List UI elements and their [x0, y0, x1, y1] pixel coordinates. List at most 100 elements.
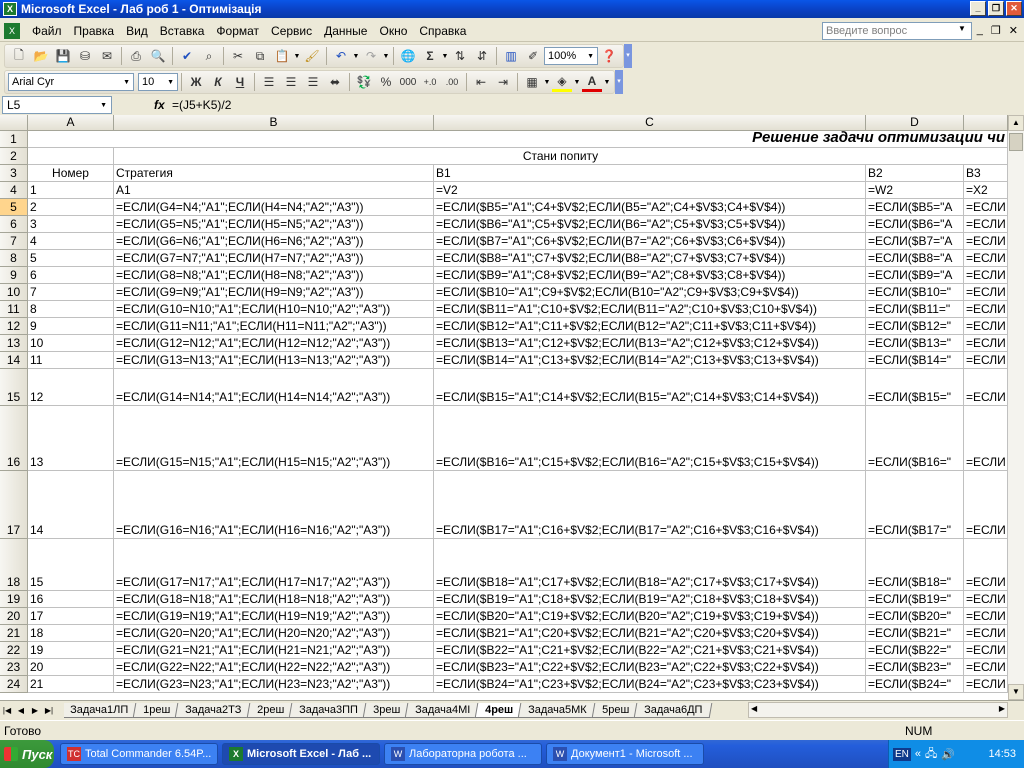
- row-header[interactable]: 23: [0, 659, 28, 676]
- cell[interactable]: 19: [28, 642, 114, 659]
- row-header[interactable]: 8: [0, 250, 28, 267]
- row-header[interactable]: 1: [0, 131, 28, 148]
- cell[interactable]: =ЕСЛИ($B15=": [866, 369, 964, 406]
- cell[interactable]: =ЕСЛИ(G22=N22;"A1";ЕСЛИ(H22=N22;"A2";"A3…: [114, 659, 434, 676]
- cell[interactable]: 4: [28, 233, 114, 250]
- undo-dropdown-icon[interactable]: ▼: [352, 53, 360, 60]
- chevron-down-icon[interactable]: ▼: [958, 24, 966, 33]
- hyperlink-icon[interactable]: 🌐: [398, 46, 418, 66]
- font-color-icon[interactable]: A: [582, 72, 602, 92]
- cell[interactable]: 7: [28, 284, 114, 301]
- cell[interactable]: A1: [114, 182, 434, 199]
- cell[interactable]: =ЕСЛИ($B9="A1";C8+$V$2;ЕСЛИ(B9="A2";C8+$…: [434, 267, 866, 284]
- cell[interactable]: 6: [28, 267, 114, 284]
- percent-button[interactable]: %: [376, 72, 396, 92]
- cell[interactable]: =ЕСЛИ($B7="A1";C6+$V$2;ЕСЛИ(B7="A2";C6+$…: [434, 233, 866, 250]
- cell[interactable]: =ЕСЛИ: [964, 284, 1008, 301]
- cell[interactable]: =ЕСЛИ: [964, 539, 1008, 591]
- doc-restore-button[interactable]: ❐: [991, 24, 1001, 37]
- merge-center-icon[interactable]: ⬌: [325, 72, 345, 92]
- cell[interactable]: =ЕСЛИ($B17=": [866, 471, 964, 539]
- cell[interactable]: =ЕСЛИ($B20="A1";C19+$V$2;ЕСЛИ(B20="A2";C…: [434, 608, 866, 625]
- next-sheet-icon[interactable]: ▶: [28, 706, 42, 715]
- cell[interactable]: =ЕСЛИ($B13="A1";C12+$V$2;ЕСЛИ(B13="A2";C…: [434, 335, 866, 352]
- cell[interactable]: =ЕСЛИ(G15=N15;"A1";ЕСЛИ(H15=N15;"A2";"A3…: [114, 406, 434, 471]
- cell[interactable]: =ЕСЛИ($B15="A1";C14+$V$2;ЕСЛИ(B15="A2";C…: [434, 369, 866, 406]
- borders-icon[interactable]: ▦: [522, 72, 542, 92]
- volume-icon[interactable]: 🔊: [941, 748, 955, 761]
- header-cell[interactable]: B3: [964, 165, 1008, 182]
- cell[interactable]: =ЕСЛИ($B10="A1";C9+$V$2;ЕСЛИ(B10="A2";C9…: [434, 284, 866, 301]
- cell[interactable]: 10: [28, 335, 114, 352]
- sheet-tab[interactable]: 1реш: [132, 703, 181, 718]
- cell[interactable]: =ЕСЛИ($B8="A: [866, 250, 964, 267]
- cell[interactable]: =ЕСЛИ($B19="A1";C18+$V$2;ЕСЛИ(B19="A2";C…: [434, 591, 866, 608]
- zoom-select[interactable]: 100% ▼: [544, 47, 598, 65]
- cell[interactable]: =ЕСЛИ: [964, 642, 1008, 659]
- row-header[interactable]: 5: [0, 199, 28, 216]
- cell[interactable]: =ЕСЛИ(G20=N20;"A1";ЕСЛИ(H20=N20;"A2";"A3…: [114, 625, 434, 642]
- cell[interactable]: 15: [28, 539, 114, 591]
- cell[interactable]: =ЕСЛИ($B7="A: [866, 233, 964, 250]
- row-header[interactable]: 13: [0, 335, 28, 352]
- cell[interactable]: =ЕСЛИ($B5="A1";C4+$V$2;ЕСЛИ(B5="A2";C4+$…: [434, 199, 866, 216]
- cell[interactable]: =ЕСЛИ(G16=N16;"A1";ЕСЛИ(H16=N16;"A2";"A3…: [114, 471, 434, 539]
- sheet-title-cell[interactable]: Решение задачи оптимизации чи: [28, 131, 1008, 148]
- cell[interactable]: =ЕСЛИ: [964, 369, 1008, 406]
- copy-icon[interactable]: ⧉: [250, 46, 270, 66]
- column-header-d[interactable]: D: [866, 115, 964, 131]
- cell[interactable]: 11: [28, 352, 114, 369]
- header-cell[interactable]: Номер: [28, 165, 114, 182]
- cell[interactable]: =ЕСЛИ($B24="A1";C23+$V$2;ЕСЛИ(B24="A2";C…: [434, 676, 866, 693]
- start-button[interactable]: Пуск: [0, 740, 54, 768]
- row-header[interactable]: 7: [0, 233, 28, 250]
- task-total-commander[interactable]: TC Total Commander 6.54P...: [60, 743, 218, 765]
- cell[interactable]: =ЕСЛИ($B24=": [866, 676, 964, 693]
- cell[interactable]: =ЕСЛИ($B22="A1";C21+$V$2;ЕСЛИ(B22="A2";C…: [434, 642, 866, 659]
- cell[interactable]: 12: [28, 369, 114, 406]
- redo-icon[interactable]: ↷: [361, 46, 381, 66]
- fill-color-icon[interactable]: ◈: [552, 72, 572, 92]
- cell[interactable]: =ЕСЛИ($B6="A: [866, 216, 964, 233]
- sort-ascending-icon[interactable]: ⇅: [450, 46, 470, 66]
- demand-states-header[interactable]: Стани попиту: [114, 148, 1008, 165]
- cell[interactable]: =ЕСЛИ(G21=N21;"A1";ЕСЛИ(H21=N21;"A2";"A3…: [114, 642, 434, 659]
- row-header[interactable]: 11: [0, 301, 28, 318]
- name-box[interactable]: L5 ▼: [2, 96, 112, 114]
- cell[interactable]: =ЕСЛИ($B12="A1";C11+$V$2;ЕСЛИ(B12="A2";C…: [434, 318, 866, 335]
- increase-decimal-icon[interactable]: +.0: [420, 72, 440, 92]
- cell[interactable]: =ЕСЛИ(G6=N6;"A1";ЕСЛИ(H6=N6;"A2";"A3")): [114, 233, 434, 250]
- row-header[interactable]: 19: [0, 591, 28, 608]
- align-center-icon[interactable]: ☰: [281, 72, 301, 92]
- print-preview-icon[interactable]: 🔍: [148, 46, 168, 66]
- autosum-icon[interactable]: Σ: [420, 46, 440, 66]
- cell[interactable]: 2: [28, 199, 114, 216]
- cell[interactable]: =ЕСЛИ(G4=N4;"A1";ЕСЛИ(H4=N4;"A2";"A3")): [114, 199, 434, 216]
- row-header[interactable]: 14: [0, 352, 28, 369]
- cell[interactable]: =ЕСЛИ($B6="A1";C5+$V$2;ЕСЛИ(B6="A2";C5+$…: [434, 216, 866, 233]
- menu-window[interactable]: Окно: [373, 24, 413, 38]
- sheet-tab[interactable]: Задача6ДП: [633, 703, 713, 718]
- increase-indent-icon[interactable]: ⇥: [493, 72, 513, 92]
- cell[interactable]: =ЕСЛИ(G12=N12;"A1";ЕСЛИ(H12=N12;"A2";"A3…: [114, 335, 434, 352]
- column-header-b[interactable]: B: [114, 115, 434, 131]
- cell[interactable]: =ЕСЛИ($B11=": [866, 301, 964, 318]
- italic-button[interactable]: К: [208, 72, 228, 92]
- help-icon[interactable]: ❓: [599, 46, 619, 66]
- select-all-corner[interactable]: [0, 115, 28, 131]
- cell[interactable]: =ЕСЛИ($B16=": [866, 406, 964, 471]
- currency-icon[interactable]: 💱: [354, 72, 374, 92]
- row-header[interactable]: 4: [0, 182, 28, 199]
- cell[interactable]: =ЕСЛИ: [964, 199, 1008, 216]
- cell[interactable]: 21: [28, 676, 114, 693]
- cell[interactable]: =V2: [434, 182, 866, 199]
- cell[interactable]: =ЕСЛИ: [964, 301, 1008, 318]
- save-icon[interactable]: 💾: [53, 46, 73, 66]
- chart-wizard-icon[interactable]: ▥: [501, 46, 521, 66]
- align-left-icon[interactable]: ☰: [259, 72, 279, 92]
- cell[interactable]: =ЕСЛИ($B19=": [866, 591, 964, 608]
- ask-question-input[interactable]: Введите вопрос: [822, 22, 972, 40]
- menu-help[interactable]: Справка: [413, 24, 472, 38]
- minimize-button[interactable]: _: [970, 1, 986, 16]
- scroll-up-icon[interactable]: ▲: [1008, 115, 1024, 131]
